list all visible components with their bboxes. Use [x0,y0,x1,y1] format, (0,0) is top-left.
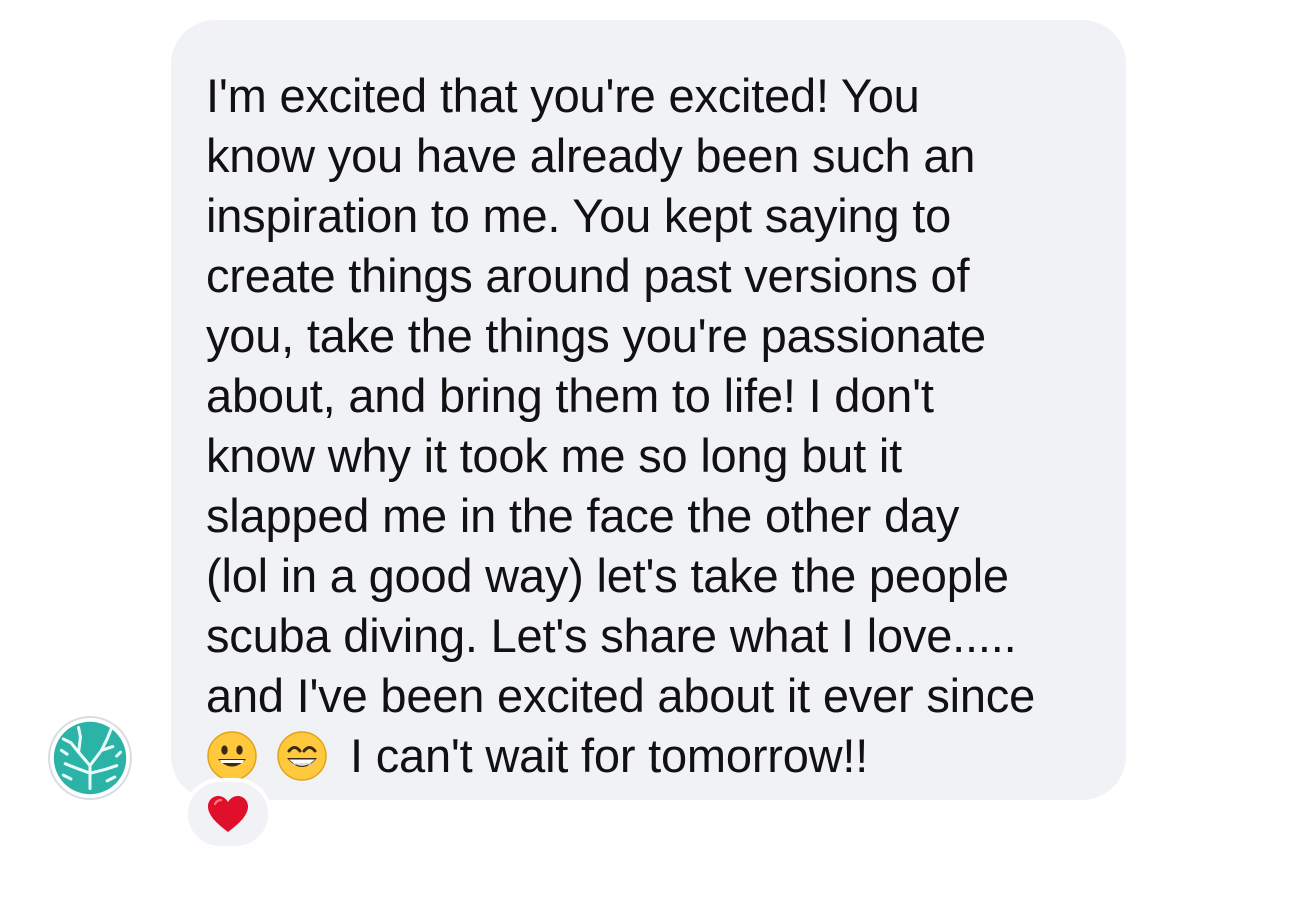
beaming-face-emoji [276,730,328,782]
message-line: and I've been excited about it ever sinc… [206,669,1036,722]
chat-thread: I'm excited that you're excited! You kno… [0,0,1290,901]
message-text: I'm excited that you're excited! You kno… [206,66,1086,786]
message-line: scuba diving. Let's share what I love...… [206,609,1017,662]
coral-icon [53,721,127,795]
message-line: know why it took me so long but it [206,429,902,482]
message-bubble[interactable]: I'm excited that you're excited! You kno… [171,20,1126,800]
sender-avatar[interactable] [48,716,132,800]
message-line: (lol in a good way) let's take the peopl… [206,549,1009,602]
message-final-line: I can't wait for tomorrow!! [206,726,1086,786]
message-final-text: I can't wait for tomorrow!! [350,729,869,782]
message-line: slapped me in the face the other day [206,489,960,542]
message-line: you, take the things you're passionate [206,309,986,362]
message-line: create things around past versions of [206,249,970,302]
message-line: I'm excited that you're excited! You [206,69,920,122]
grinning-face-emoji [206,730,258,782]
message-line: inspiration to me. You kept saying to [206,189,952,242]
heart-reaction[interactable] [184,778,272,850]
message-line: know you have already been such an [206,129,976,182]
red-heart-icon [208,796,248,832]
message-line: about, and bring them to life! I don't [206,369,934,422]
